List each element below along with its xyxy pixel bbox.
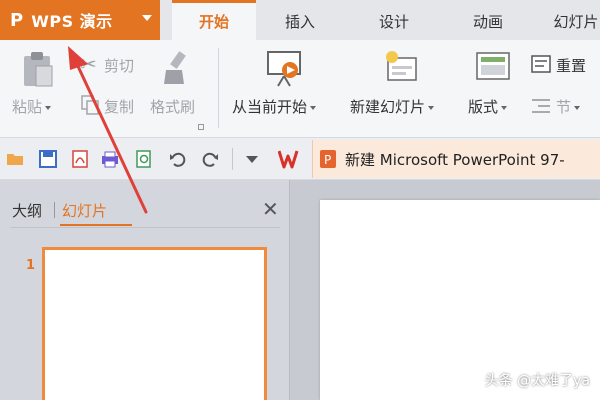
tab-slides[interactable]: 幻灯片 bbox=[62, 200, 107, 221]
document-title: 新建 Microsoft PowerPoint 97- bbox=[345, 150, 565, 169]
layout-icon bbox=[476, 52, 510, 80]
print-icon[interactable] bbox=[100, 149, 120, 169]
chevron-down-icon bbox=[574, 105, 581, 110]
new-slide-button[interactable]: 新建幻灯片 bbox=[350, 96, 435, 117]
watermark: 头条 @太难了ya bbox=[484, 373, 590, 389]
paste-icon[interactable] bbox=[20, 50, 56, 90]
tab-slideshow[interactable]: 幻灯片 bbox=[540, 0, 600, 40]
open-folder-icon[interactable] bbox=[6, 149, 26, 169]
dialog-launcher-icon[interactable] bbox=[198, 124, 204, 130]
paste-button[interactable]: 粘贴 bbox=[12, 96, 52, 117]
layout-button[interactable]: 版式 bbox=[468, 96, 508, 117]
tab-separator bbox=[54, 202, 55, 218]
reset-icon bbox=[531, 55, 551, 73]
chevron-down-icon bbox=[310, 105, 317, 110]
section-icon bbox=[532, 99, 550, 113]
redo-icon[interactable] bbox=[200, 149, 220, 169]
format-painter-button[interactable]: 格式刷 bbox=[150, 96, 195, 117]
wps-w-logo-icon bbox=[278, 150, 299, 169]
presentation-play-icon bbox=[267, 51, 301, 87]
scissors-icon: ✂ bbox=[80, 52, 97, 76]
app-menu-button[interactable]: P WPS 演示 bbox=[0, 0, 160, 40]
toolbar-divider bbox=[232, 148, 233, 170]
save-icon[interactable] bbox=[38, 149, 58, 169]
section-button[interactable]: 节 bbox=[556, 96, 581, 117]
tab-outline[interactable]: 大纲 bbox=[12, 200, 42, 221]
close-icon[interactable]: ✕ bbox=[262, 197, 279, 221]
active-tab-underline bbox=[60, 224, 132, 226]
cut-button[interactable]: 剪切 bbox=[104, 55, 134, 76]
chevron-down-icon bbox=[45, 105, 52, 110]
ribbon-home: 粘贴 ✂ 剪切 复制 格式刷 从当前开始 新建幻灯片 版式 重置 节 bbox=[0, 40, 600, 138]
document-tab[interactable]: P 新建 Microsoft PowerPoint 97- bbox=[312, 140, 600, 178]
tab-animation[interactable]: 动画 bbox=[456, 0, 520, 40]
ribbon-divider bbox=[218, 48, 219, 128]
start-from-current-button[interactable]: 从当前开始 bbox=[232, 96, 317, 117]
app-name: WPS 演示 bbox=[31, 12, 113, 31]
print-preview-icon[interactable] bbox=[134, 149, 154, 169]
undo-icon[interactable] bbox=[168, 149, 188, 169]
chevron-down-icon bbox=[501, 105, 508, 110]
panel-divider bbox=[10, 227, 280, 228]
slide-thumbnail[interactable] bbox=[42, 247, 267, 400]
copy-icon bbox=[81, 95, 99, 115]
presentation-file-icon: P bbox=[320, 150, 336, 168]
chevron-down-icon bbox=[142, 15, 152, 21]
menu-tab-bar: P WPS 演示 开始 插入 设计 动画 幻灯片 bbox=[0, 0, 600, 40]
reset-button[interactable]: 重置 bbox=[556, 55, 586, 76]
format-painter-icon bbox=[164, 51, 186, 84]
slide-navigation-panel: 大纲 幻灯片 ✕ 1 bbox=[0, 180, 290, 400]
copy-button[interactable]: 复制 bbox=[104, 96, 134, 117]
tab-insert[interactable]: 插入 bbox=[268, 0, 332, 40]
tab-design[interactable]: 设计 bbox=[362, 0, 426, 40]
export-pdf-icon[interactable] bbox=[70, 149, 90, 169]
svg-text:P: P bbox=[324, 153, 331, 167]
slide-number: 1 bbox=[26, 258, 36, 273]
customize-toolbar-icon[interactable] bbox=[246, 156, 258, 163]
chevron-down-icon bbox=[428, 105, 435, 110]
wps-logo-icon: P bbox=[10, 9, 24, 31]
new-slide-icon bbox=[386, 51, 417, 81]
tab-home[interactable]: 开始 bbox=[172, 0, 256, 40]
